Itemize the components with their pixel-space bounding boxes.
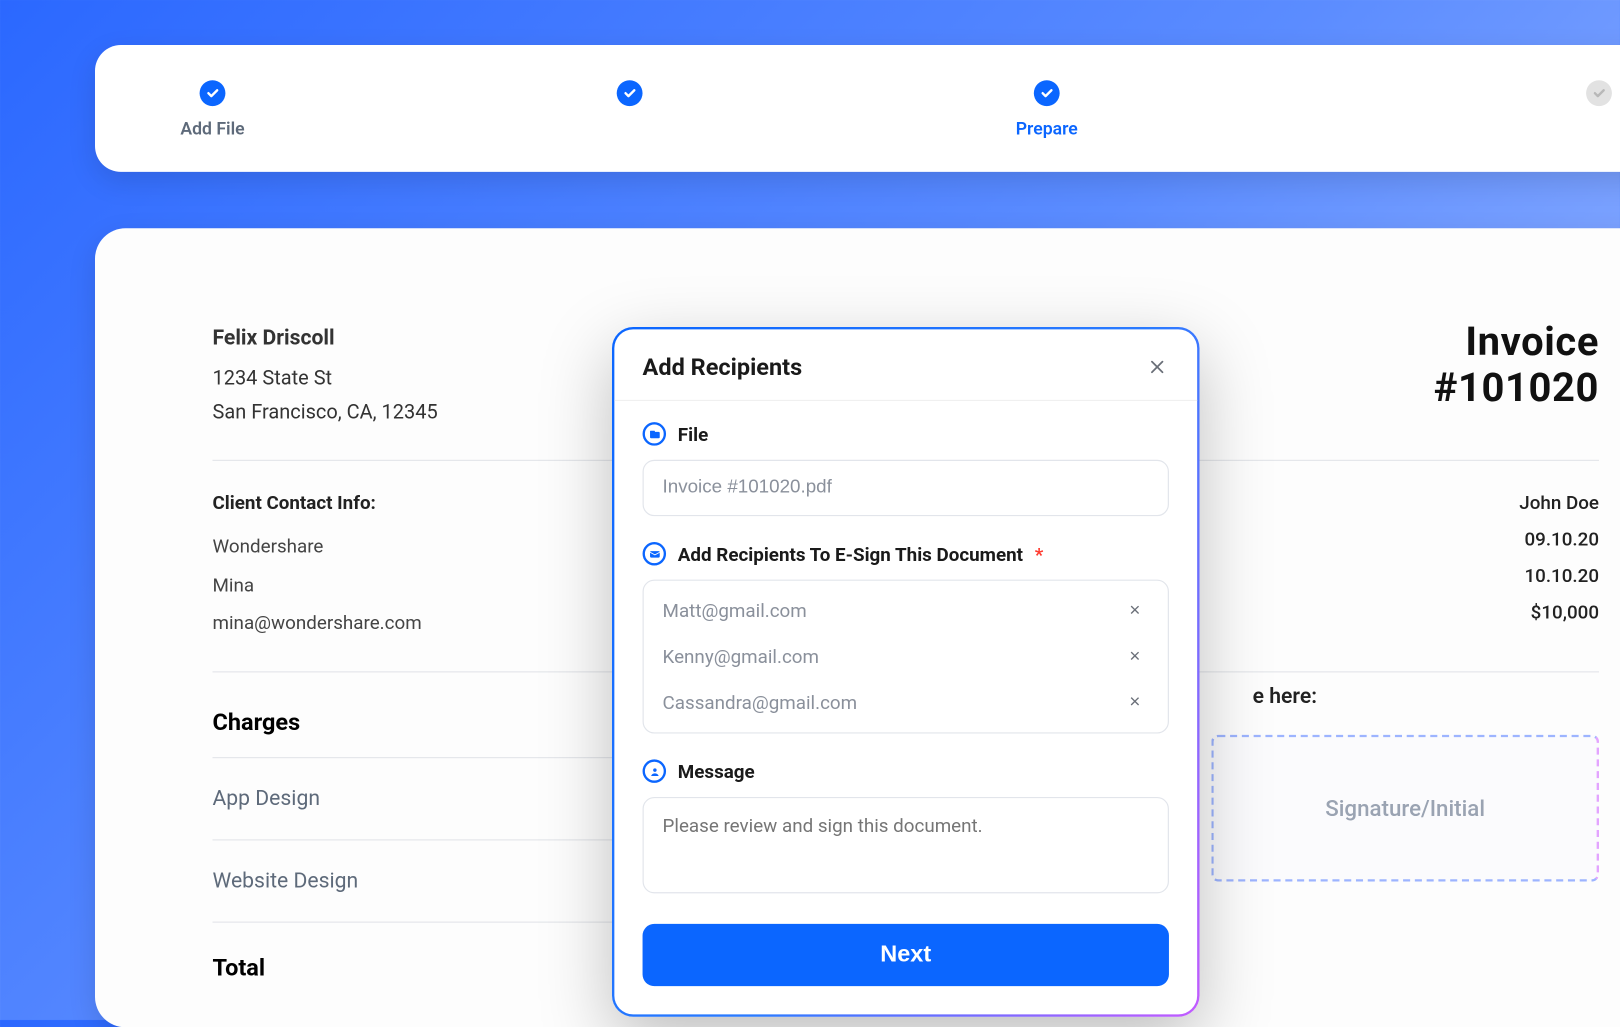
signature-placeholder: Signature/Initial <box>1325 795 1485 822</box>
recipient-row: Kenny@gmail.com × <box>644 634 1168 680</box>
recipient-row: Cassandra@gmail.com × <box>644 680 1168 726</box>
file-label: File <box>678 423 708 445</box>
file-input[interactable] <box>643 460 1169 516</box>
step-4[interactable] <box>1552 80 1620 139</box>
add-recipients-modal: Add Recipients File <box>612 327 1200 1017</box>
meta-val: $10,000 <box>1531 601 1599 623</box>
client-company: Wondershare <box>213 528 422 567</box>
meta-val: John Doe <box>1519 491 1599 513</box>
recipients-list: Matt@gmail.com × Kenny@gmail.com × Cassa… <box>643 580 1169 734</box>
next-button[interactable]: Next <box>643 924 1169 986</box>
meta-val: 09.10.20 <box>1524 528 1599 550</box>
charge-name: App Design <box>213 787 321 812</box>
step-label: Prepare <box>1016 118 1078 139</box>
check-icon <box>617 80 643 106</box>
stepper-bar: Add File Prepare <box>95 45 1620 172</box>
check-icon <box>200 80 226 106</box>
recipient-email: Matt@gmail.com <box>663 600 807 622</box>
client-block: Client Contact Info: Wondershare Mina mi… <box>213 484 422 643</box>
invoice-title: Invoice #101020 <box>1434 320 1599 412</box>
sender-addr1: 1234 State St <box>213 362 438 397</box>
signature-box[interactable]: Signature/Initial <box>1211 735 1599 882</box>
sender-block: Felix Driscoll 1234 State St San Francis… <box>213 320 438 432</box>
required-asterisk: * <box>1035 543 1044 565</box>
check-icon <box>1586 80 1612 106</box>
step-add-file[interactable]: Add File <box>166 80 260 139</box>
recipients-label: Add Recipients To E-Sign This Document <box>678 543 1023 565</box>
meta-val: 10.10.20 <box>1524 564 1599 586</box>
close-button[interactable] <box>1145 355 1169 379</box>
client-name: Mina <box>213 566 422 605</box>
charge-name: Website Design <box>213 869 359 894</box>
user-icon <box>643 759 667 783</box>
recipient-email: Cassandra@gmail.com <box>663 691 858 713</box>
sender-name: Felix Driscoll <box>213 320 438 357</box>
step-label: Add File <box>180 118 244 139</box>
client-header: Client Contact Info: <box>213 484 422 523</box>
invoice-title-word: Invoice <box>1434 320 1599 366</box>
mail-icon <box>643 542 667 565</box>
step-2[interactable] <box>583 80 677 139</box>
file-icon <box>643 422 667 446</box>
remove-recipient-button[interactable]: × <box>1121 600 1149 621</box>
sender-addr2: San Francisco, CA, 12345 <box>213 397 438 432</box>
recipient-row: Matt@gmail.com × <box>644 588 1168 634</box>
check-icon <box>1034 80 1060 106</box>
message-label: Message <box>678 760 755 782</box>
invoice-number: #101020 <box>1434 366 1599 412</box>
remove-recipient-button[interactable]: × <box>1121 692 1149 713</box>
remove-recipient-button[interactable]: × <box>1121 646 1149 667</box>
recipient-email: Kenny@gmail.com <box>663 645 819 667</box>
message-input[interactable] <box>643 797 1169 893</box>
modal-title: Add Recipients <box>643 353 803 381</box>
close-icon <box>1147 356 1168 377</box>
step-prepare[interactable]: Prepare <box>1000 80 1094 139</box>
client-email: mina@wondershare.com <box>213 605 422 644</box>
